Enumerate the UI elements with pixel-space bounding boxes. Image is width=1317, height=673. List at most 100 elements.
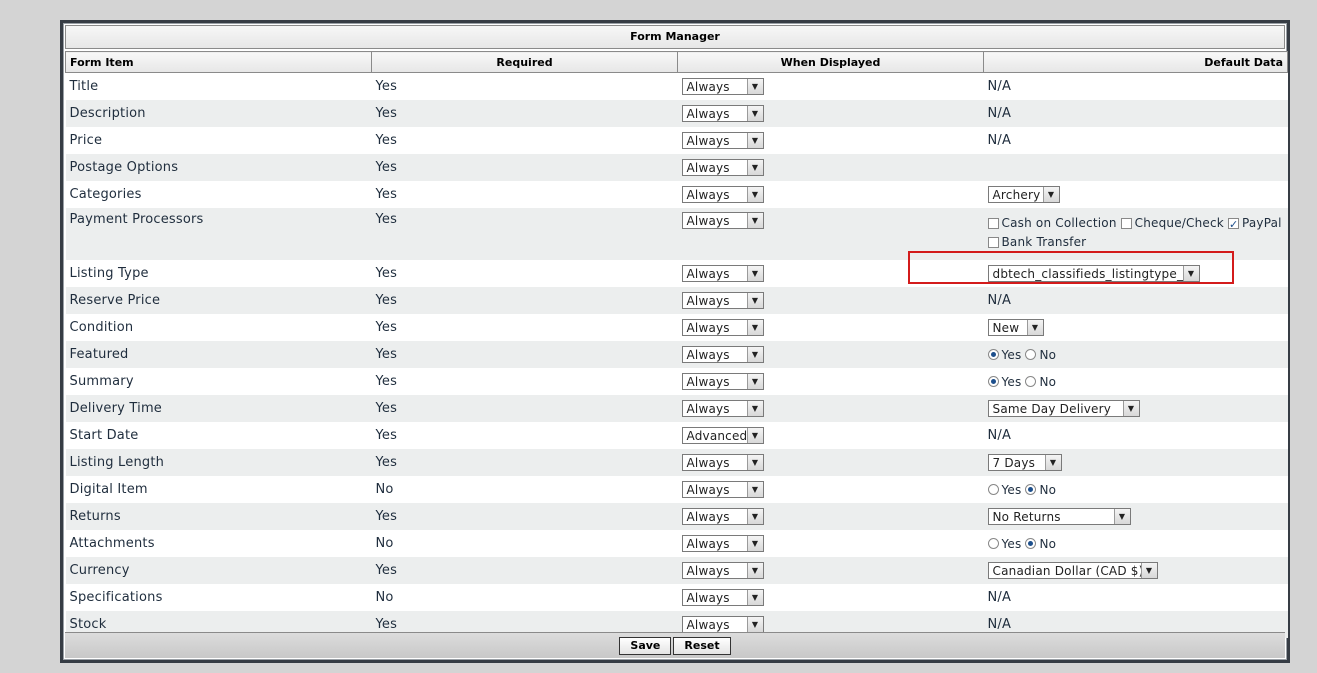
default-data-cell: Archery ▼ [983, 181, 1288, 208]
table-row: Condition Yes Always ▼ New ▼ [65, 314, 1288, 341]
default-data-cell: N/A [983, 127, 1288, 154]
table-row: Postage Options Yes Always ▼ [65, 154, 1288, 181]
form-item-name: Reserve Price [65, 287, 372, 314]
table-row: Delivery Time Yes Always ▼ Same Day Delivery… [65, 395, 1288, 422]
default-data-select[interactable]: Canadian Dollar (CAD $) ▼ [987, 562, 1158, 579]
radio-no[interactable] [1025, 376, 1037, 387]
default-value: N/A [987, 79, 1012, 94]
default-data-select[interactable]: New ▼ [987, 319, 1044, 336]
form-manager-title: Form Manager [65, 25, 1285, 49]
select-value: Always [686, 617, 730, 632]
when-displayed-cell: Always ▼ [677, 208, 984, 260]
when-displayed-select[interactable]: Always ▼ [681, 400, 764, 417]
when-displayed-select[interactable]: Always ▼ [681, 105, 764, 122]
default-data-select[interactable]: Same Day Delivery ▼ [987, 400, 1140, 417]
radio-no[interactable] [1025, 484, 1037, 495]
when-displayed-select[interactable]: Always ▼ [681, 212, 764, 229]
chevron-down-icon: ▼ [746, 347, 763, 362]
radio-yes[interactable] [987, 484, 999, 495]
radio-no-label: No [1039, 536, 1057, 551]
form-item-name: Returns [65, 503, 372, 530]
default-value: N/A [987, 106, 1012, 121]
select-value: Always [686, 79, 730, 94]
chevron-down-icon: ▼ [746, 266, 763, 281]
table-header-row: Form Item Required When Displayed Defaul… [65, 51, 1288, 73]
select-value: Always [686, 347, 730, 362]
checkbox[interactable] [987, 237, 999, 248]
default-data-cell: N/A [983, 287, 1288, 314]
when-displayed-cell: Advanced ▼ [677, 422, 984, 449]
default-data-cell: 7 Days ▼ [983, 449, 1288, 476]
when-displayed-select[interactable]: Always ▼ [681, 132, 764, 149]
radio-yes[interactable] [987, 376, 999, 387]
radio-yes[interactable] [987, 349, 999, 360]
select-value: Always [686, 482, 730, 497]
default-data-select[interactable]: dbtech_classifieds_listingtype_1 ▼ [987, 265, 1200, 282]
chevron-down-icon: ▼ [746, 106, 763, 121]
when-displayed-select[interactable]: Always ▼ [681, 508, 764, 525]
chevron-down-icon: ▼ [1122, 401, 1139, 416]
chevron-down-icon: ▼ [1182, 266, 1199, 281]
default-data-select[interactable]: Archery ▼ [987, 186, 1060, 203]
when-displayed-select[interactable]: Always ▼ [681, 589, 764, 606]
form-items-table: Form Item Required When Displayed Defaul… [65, 51, 1288, 638]
chevron-down-icon: ▼ [746, 320, 763, 335]
when-displayed-select[interactable]: Advanced ▼ [681, 427, 764, 444]
when-displayed-select[interactable]: Always ▼ [681, 373, 764, 390]
chevron-down-icon: ▼ [746, 590, 763, 605]
chevron-down-icon: ▼ [746, 187, 763, 202]
default-data-cell: New ▼ [983, 314, 1288, 341]
when-displayed-select[interactable]: Always ▼ [681, 616, 764, 633]
table-row: Specifications No Always ▼ N/A [65, 584, 1288, 611]
when-displayed-select[interactable]: Always ▼ [681, 78, 764, 95]
table-row: Summary Yes Always ▼ Yes No [65, 368, 1288, 395]
when-displayed-select[interactable]: Always ▼ [681, 186, 764, 203]
chevron-down-icon: ▼ [1113, 509, 1130, 524]
table-row: Digital Item No Always ▼ Yes No [65, 476, 1288, 503]
checkbox-row: Bank Transfer [987, 233, 1284, 252]
checkbox[interactable] [1120, 218, 1132, 229]
when-displayed-select[interactable]: Always ▼ [681, 481, 764, 498]
column-header-default-data: Default Data [983, 51, 1288, 73]
when-displayed-select[interactable]: Always ▼ [681, 535, 764, 552]
radio-yes[interactable] [987, 538, 999, 549]
when-displayed-select[interactable]: Always ▼ [681, 292, 764, 309]
default-data-select[interactable]: No Returns ▼ [987, 508, 1131, 525]
when-displayed-cell: Always ▼ [677, 100, 984, 127]
when-displayed-cell: Always ▼ [677, 449, 984, 476]
checkbox[interactable] [1227, 215, 1239, 234]
default-value: N/A [987, 293, 1012, 308]
form-item-name: Condition [65, 314, 372, 341]
table-row: Categories Yes Always ▼ Archery ▼ [65, 181, 1288, 208]
save-button[interactable]: Save [619, 636, 672, 655]
when-displayed-cell: Always ▼ [677, 287, 984, 314]
when-displayed-select[interactable]: Always ▼ [681, 265, 764, 282]
when-displayed-select[interactable]: Always ▼ [681, 454, 764, 471]
checkbox[interactable] [987, 218, 999, 229]
table-row: Listing Type Yes Always ▼ dbtech_classifieds… [65, 260, 1288, 287]
required-value: Yes [371, 395, 678, 422]
reset-button[interactable]: Reset [673, 636, 731, 655]
when-displayed-cell: Always ▼ [677, 557, 984, 584]
required-value: Yes [371, 422, 678, 449]
form-item-name: Specifications [65, 584, 372, 611]
when-displayed-cell: Always ▼ [677, 181, 984, 208]
select-value: New [992, 320, 1020, 335]
radio-no[interactable] [1025, 349, 1037, 360]
form-item-name: Description [65, 100, 372, 127]
select-value: Always [686, 320, 730, 335]
table-row: Attachments No Always ▼ Yes No [65, 530, 1288, 557]
required-value: Yes [371, 314, 678, 341]
when-displayed-select[interactable]: Always ▼ [681, 562, 764, 579]
table-row: Price Yes Always ▼ N/A [65, 127, 1288, 154]
select-value: 7 Days [992, 455, 1036, 470]
required-value: Yes [371, 72, 678, 100]
when-displayed-select[interactable]: Always ▼ [681, 346, 764, 363]
radio-no[interactable] [1025, 538, 1037, 549]
table-row: Featured Yes Always ▼ Yes No [65, 341, 1288, 368]
checkbox-row: Cash on Collection Cheque/Check PayPal [987, 214, 1284, 234]
when-displayed-select[interactable]: Always ▼ [681, 159, 764, 176]
table-row: Listing Length Yes Always ▼ 7 Days ▼ [65, 449, 1288, 476]
default-data-select[interactable]: 7 Days ▼ [987, 454, 1062, 471]
when-displayed-select[interactable]: Always ▼ [681, 319, 764, 336]
